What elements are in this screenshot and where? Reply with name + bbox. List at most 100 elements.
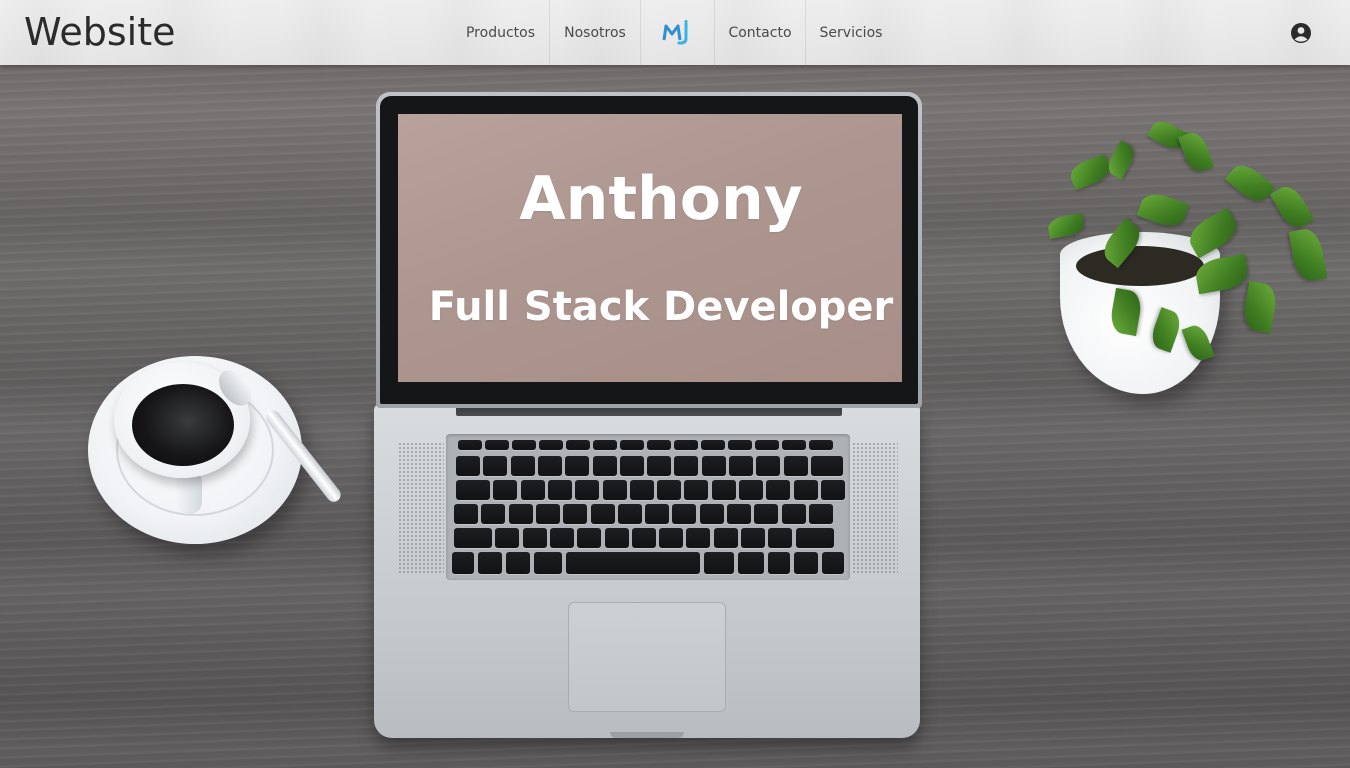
keyboard-key <box>795 528 834 548</box>
keyboard-key <box>508 504 533 524</box>
keyboard-key <box>738 552 764 574</box>
keyboard-key <box>684 480 709 500</box>
keyboard-key <box>810 456 843 476</box>
keyboard-key <box>539 440 563 450</box>
keyboard-key <box>809 440 833 450</box>
keyboard-key <box>483 456 508 476</box>
keyboard-key <box>699 504 724 524</box>
keyboard-key <box>631 528 656 548</box>
keyboard-key <box>768 552 790 574</box>
keyboard-key <box>629 480 654 500</box>
hero-role-heading: Full Stack Developer <box>428 284 894 330</box>
hero-name-heading: Anthony <box>519 164 803 234</box>
keyboard-key <box>506 552 530 574</box>
keyboard-key <box>704 552 734 574</box>
nav-link-nosotros[interactable]: Nosotros <box>550 0 641 65</box>
keyboard-key <box>452 552 474 574</box>
keyboard-key <box>575 480 600 500</box>
keyboard-key <box>647 456 672 476</box>
keyboard-key <box>520 480 545 500</box>
keyboard-key <box>782 440 806 450</box>
keyboard-key <box>577 528 602 548</box>
keyboard-key <box>808 504 833 524</box>
speaker-grille-left <box>398 442 444 574</box>
keyboard-key <box>783 456 808 476</box>
keyboard-key <box>766 480 791 500</box>
speaker-grille-right <box>852 442 898 574</box>
keyboard-key <box>535 504 560 524</box>
coffee-liquid <box>132 384 234 466</box>
keyboard-key <box>512 440 536 450</box>
keyboard-key <box>563 504 588 524</box>
keyboard-key <box>672 504 697 524</box>
nav-link-contacto[interactable]: Contacto <box>715 0 806 65</box>
keyboard-key <box>590 504 615 524</box>
keyboard-key <box>602 480 627 500</box>
keyboard-key <box>701 456 726 476</box>
keyboard-key <box>566 440 590 450</box>
keyboard-key <box>701 440 725 450</box>
nav-link-productos[interactable]: Productos <box>452 0 550 65</box>
keyboard-key <box>674 440 698 450</box>
keyboard-key <box>534 552 562 574</box>
nav-link-servicios[interactable]: Servicios <box>806 0 896 65</box>
keyboard-key <box>781 504 806 524</box>
keyboard-key <box>481 504 506 524</box>
keyboard-key <box>495 528 520 548</box>
keyboard-key <box>619 456 644 476</box>
keyboard-key <box>729 456 753 476</box>
keyboard-key <box>820 480 845 500</box>
keyboard-key <box>754 504 779 524</box>
keyboard-key <box>727 504 751 524</box>
keyboard-key <box>711 480 736 500</box>
keyboard-key <box>645 504 670 524</box>
keyboard-key <box>756 456 781 476</box>
keyboard-key <box>728 440 752 450</box>
account-circle-icon[interactable] <box>1289 21 1313 45</box>
keyboard-key <box>549 528 574 548</box>
mj-logo-icon[interactable] <box>641 0 715 65</box>
top-navbar: Website Productos Nosotros Contacto Serv… <box>0 0 1350 65</box>
keyboard-key <box>674 456 699 476</box>
laptop-lid <box>376 92 922 408</box>
keyboard-key <box>686 528 711 548</box>
keyboard-key <box>458 440 482 450</box>
plant-soil <box>1076 246 1204 286</box>
keyboard-key <box>592 456 617 476</box>
keyboard-key <box>659 528 684 548</box>
keyboard-key <box>617 504 642 524</box>
main-nav: Productos Nosotros Contacto Servicios <box>452 0 896 65</box>
keyboard-key <box>456 456 480 476</box>
laptop-bezel <box>380 96 918 404</box>
keyboard-key <box>565 456 590 476</box>
keyboard-key <box>822 552 844 574</box>
keyboard-key <box>510 456 535 476</box>
keyboard-key <box>566 552 700 574</box>
keyboard-key <box>793 480 818 500</box>
keyboard-key <box>739 480 763 500</box>
hero-background-photo <box>0 0 1350 768</box>
keyboard-key <box>522 528 547 548</box>
keyboard-key <box>454 504 478 524</box>
laptop-notch <box>610 732 684 738</box>
keyboard-key <box>493 480 518 500</box>
keyboard-key <box>741 528 765 548</box>
keyboard-key <box>647 440 671 450</box>
keyboard-key <box>657 480 682 500</box>
laptop-screen <box>398 114 902 382</box>
keyboard-key <box>768 528 793 548</box>
laptop-trackpad <box>568 602 726 712</box>
keyboard-key <box>593 440 617 450</box>
keyboard-key <box>794 552 818 574</box>
keyboard-key <box>537 456 562 476</box>
keyboard-key <box>755 440 779 450</box>
keyboard-key <box>454 528 492 548</box>
keyboard-key <box>456 480 490 500</box>
keyboard-key <box>713 528 738 548</box>
keyboard-key <box>620 440 644 450</box>
keyboard-key <box>547 480 572 500</box>
keyboard-key <box>478 552 502 574</box>
keyboard-key <box>604 528 629 548</box>
keyboard-key <box>485 440 509 450</box>
brand-logo-text[interactable]: Website <box>24 10 175 54</box>
